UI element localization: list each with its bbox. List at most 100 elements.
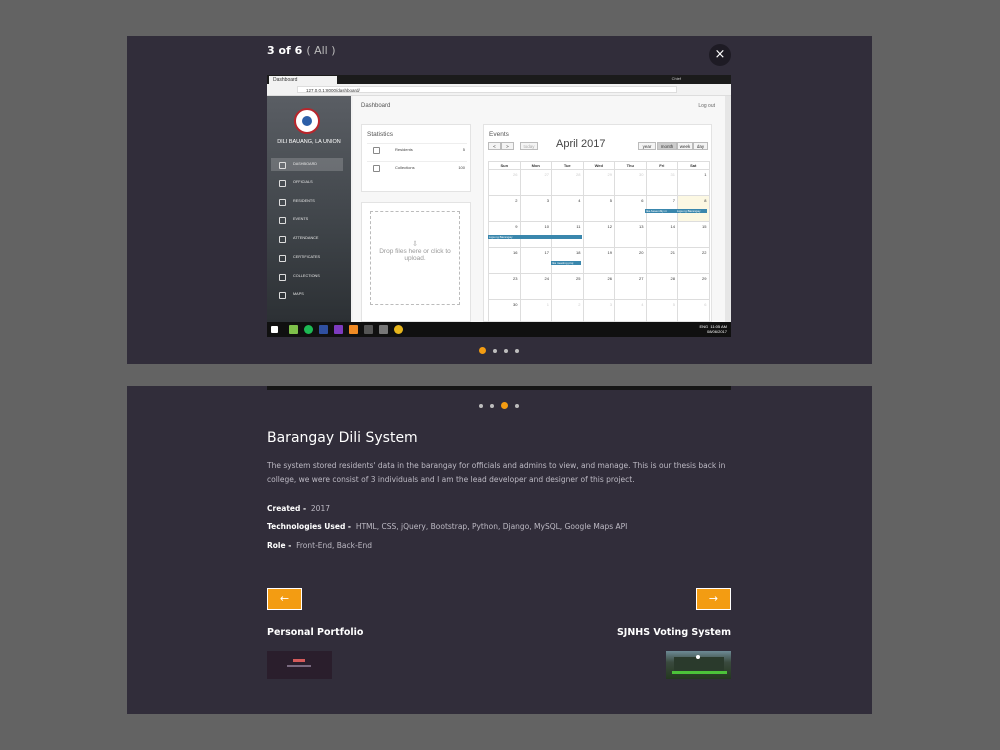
project-title: Barangay Dili System	[267, 430, 418, 446]
next-project-button[interactable]: →	[696, 588, 731, 610]
stat-label: Residents	[395, 147, 413, 152]
arrow-left-icon: ←	[279, 592, 290, 605]
project-details-panel: Barangay Dili System The system stored r…	[127, 386, 872, 714]
calendar-day: 25	[552, 274, 584, 300]
maps-icon	[279, 292, 286, 299]
upload-icon: ⇩	[412, 241, 418, 248]
calendar-day: 27	[520, 170, 552, 196]
sidebar-item-label: RESIDENTS	[293, 199, 315, 203]
sidebar-item-label: EVENTS	[293, 217, 309, 221]
calendar-day: 26	[583, 274, 615, 300]
sidebar-item-maps: MAPS	[271, 288, 343, 301]
sidebar-item-label: OFFICIALS	[293, 180, 313, 184]
calendar-day: 12	[583, 222, 615, 248]
calendar-day: 5	[583, 196, 615, 222]
calendar-day: 31	[646, 170, 678, 196]
created-label: Created -	[267, 504, 307, 513]
terminal-icon	[364, 325, 373, 334]
browser-user: Chief	[671, 76, 681, 81]
carousel-dot[interactable]	[493, 348, 497, 353]
calendar-day: 30	[615, 170, 647, 196]
carousel-dot[interactable]	[479, 403, 483, 408]
file-dropzone: ⇩ Drop files here or click to upload.	[370, 211, 460, 305]
calendar-header: < > today April 2017 year month week day	[484, 138, 710, 154]
previous-project-button[interactable]: ←	[267, 588, 302, 610]
sidebar-item-dashboard: DASHBOARD	[271, 158, 343, 171]
carousel-dot[interactable]	[490, 403, 494, 408]
calendar-day: 20	[615, 248, 647, 274]
events-icon	[279, 217, 286, 224]
day-header: Sun	[489, 162, 521, 170]
carousel-dot[interactable]	[501, 402, 508, 409]
next-project-thumbnail[interactable]	[666, 651, 731, 679]
app-sidebar: DILI BAUANG, LA UNION DASHBOARD OFFICIAL…	[267, 96, 351, 322]
calendar-event: Ika Assembly m	[645, 209, 676, 213]
calendar-day: 29	[583, 170, 615, 196]
residents-stat-icon	[373, 147, 380, 154]
events-title: Events	[489, 131, 509, 138]
file-explorer-icon	[289, 325, 298, 334]
sidebar-item-events: EVENTS	[271, 213, 343, 226]
day-header: Sat	[678, 162, 710, 170]
previous-project-thumbnail[interactable]	[267, 651, 332, 679]
calendar-day: 3	[520, 196, 552, 222]
calendar-day: 13	[615, 222, 647, 248]
sidebar-item-label: COLLECTIONS	[293, 274, 320, 278]
calendar-day: 14	[646, 222, 678, 248]
close-icon: ×	[714, 47, 726, 62]
sidebar-item-label: ATTENDANCE	[293, 236, 319, 240]
day-header: Thu	[615, 162, 647, 170]
role-value: Front-End, Back-End	[296, 541, 372, 550]
calendar-day: 28	[552, 170, 584, 196]
calendar-day: 17	[520, 248, 552, 274]
role-label: Role -	[267, 541, 292, 550]
calendar-event: Liga ng Barangay	[676, 209, 707, 213]
premiere-icon	[334, 325, 343, 334]
logout-link: Log out	[698, 103, 715, 109]
collections-icon	[279, 274, 286, 281]
project-created: Created - 2017	[267, 504, 330, 513]
sidebar-item-residents: RESIDENTS	[271, 195, 343, 208]
upload-card: ⇩ Drop files here or click to upload.	[361, 202, 471, 322]
residents-icon	[279, 199, 286, 206]
thumbnail-seal	[696, 655, 700, 659]
image-counter: 3 of 6( All )	[267, 44, 336, 57]
sidebar-brand: DILI BAUANG, LA UNION	[277, 139, 341, 145]
calendar-day: 4	[552, 196, 584, 222]
calendar-view-year: year	[638, 142, 656, 150]
stat-label: Collections	[395, 165, 415, 170]
calendar-event: Ika meeting proj	[551, 261, 581, 265]
technologies-value: HTML, CSS, jQuery, Bootstrap, Python, Dj…	[355, 522, 628, 531]
previous-project-label[interactable]: Personal Portfolio	[267, 627, 363, 638]
close-button[interactable]: ×	[709, 44, 731, 66]
calendar-day: 27	[615, 274, 647, 300]
stat-row-residents: Residents 5	[367, 143, 467, 156]
carousel-dot[interactable]	[504, 348, 508, 353]
calendar-day: 16	[489, 248, 521, 274]
calendar-day: 24	[520, 274, 552, 300]
calendar-day-headers: Sun Mon Tue Wed Thu Fri Sat	[489, 162, 710, 170]
calendar-month: April 2017	[556, 138, 606, 150]
next-project-label[interactable]: SJNHS Voting System	[617, 627, 731, 638]
counter-filter: ( All )	[306, 44, 336, 57]
carousel-dot[interactable]	[515, 403, 519, 408]
calendar-week: 23 24 25 26 27 28 29	[489, 274, 710, 300]
calendar-day: 29	[678, 274, 710, 300]
calendar-week: 26 27 28 29 30 31 1	[489, 170, 710, 196]
calendar-event: Liga ng Barangay	[488, 235, 582, 239]
officials-icon	[279, 180, 286, 187]
calendar-day: 23	[489, 274, 521, 300]
calendar-prev: <	[488, 142, 501, 150]
url-field: 127.0.0.1:8000/dashboard/	[297, 86, 677, 93]
browser-tab-bar: Dashboard Chief	[267, 75, 731, 84]
carousel-dot[interactable]	[515, 348, 519, 353]
dropzone-text: Drop files here or click to upload.	[379, 248, 451, 262]
dashboard-icon	[279, 162, 286, 169]
tray-date: 08/06/2017	[706, 328, 727, 334]
created-value: 2017	[310, 504, 330, 513]
carousel-dot[interactable]	[479, 347, 486, 354]
page-title: Dashboard	[361, 103, 391, 109]
browser-address-bar: 127.0.0.1:8000/dashboard/	[267, 84, 731, 96]
day-header: Wed	[583, 162, 615, 170]
calendar-day: 1	[678, 170, 710, 196]
